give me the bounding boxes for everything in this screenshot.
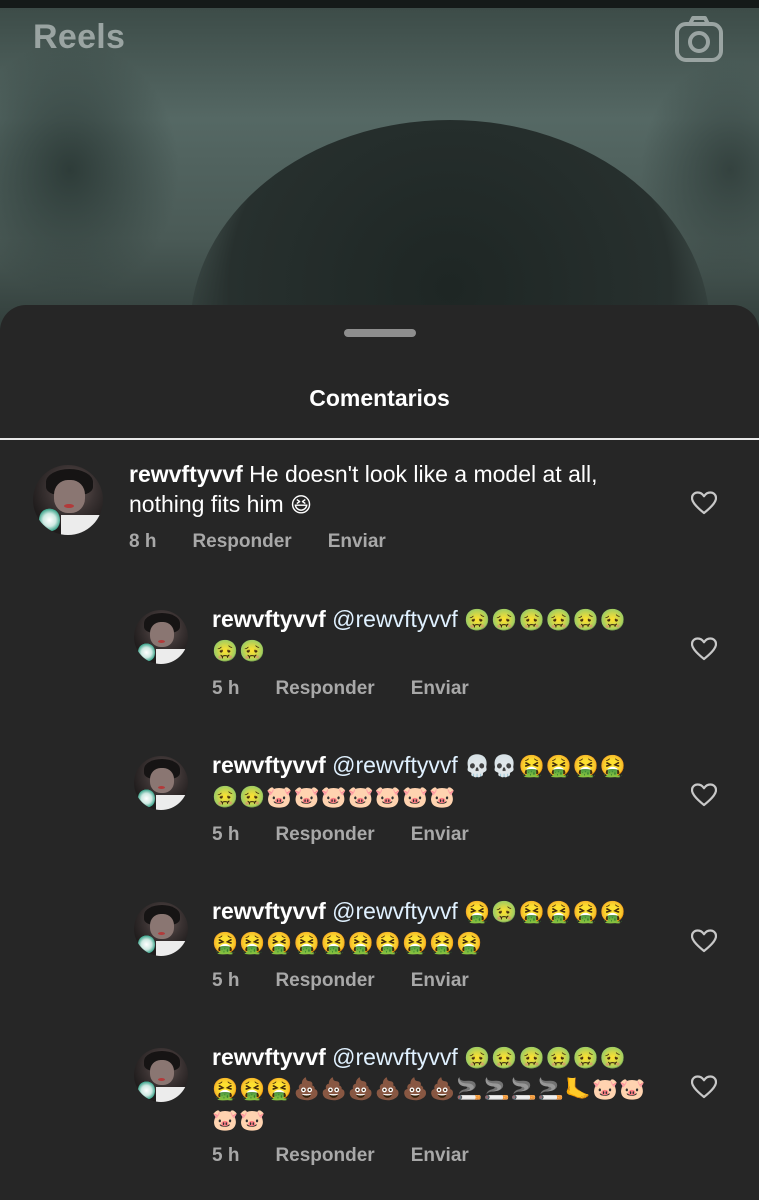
- avatar[interactable]: [134, 1048, 188, 1102]
- camera-icon[interactable]: [673, 14, 725, 66]
- reply-username[interactable]: rewvftyvvf: [212, 1044, 326, 1070]
- avatar[interactable]: [134, 756, 188, 810]
- reply-mention[interactable]: @rewvftyvvf: [332, 752, 458, 778]
- comment-emoji: 😆: [290, 493, 313, 517]
- sheet-drag-handle[interactable]: [344, 329, 416, 337]
- send-button[interactable]: Enviar: [411, 678, 469, 699]
- reply-meta: 5 h Responder Enviar: [212, 1145, 505, 1167]
- comment-text: rewvftyvvf He doesn't look like a model …: [129, 459, 659, 520]
- comment-time: 8 h: [129, 531, 157, 552]
- reply-username[interactable]: rewvftyvvf: [212, 606, 326, 632]
- reply-button[interactable]: Responder: [275, 824, 374, 845]
- reply-button[interactable]: Responder: [275, 678, 374, 699]
- reply-username[interactable]: rewvftyvvf: [212, 752, 326, 778]
- reply-time: 5 h: [212, 824, 240, 845]
- send-button[interactable]: Enviar: [411, 970, 469, 991]
- reply-username[interactable]: rewvftyvvf: [212, 898, 326, 924]
- reply-text: rewvftyvvf @rewvftyvvf 🤢🤢🤢🤢🤢🤢🤢🤢: [212, 604, 652, 666]
- like-heart-icon[interactable]: [690, 929, 718, 953]
- sheet-title: Comentarios: [309, 385, 450, 411]
- send-button[interactable]: Enviar: [411, 1145, 469, 1166]
- reply-text: rewvftyvvf @rewvftyvvf 💀💀🤮🤮🤮🤮🤢🤢🐷🐷🐷🐷🐷🐷🐷: [212, 750, 652, 812]
- comment-item: rewvftyvvf He doesn't look like a model …: [0, 461, 759, 565]
- send-button[interactable]: Enviar: [328, 531, 386, 552]
- reply-mention[interactable]: @rewvftyvvf: [332, 606, 458, 632]
- background-foliage: [0, 40, 180, 300]
- avatar[interactable]: [33, 465, 103, 535]
- reply-time: 5 h: [212, 970, 240, 991]
- avatar[interactable]: [134, 902, 188, 956]
- send-button[interactable]: Enviar: [411, 824, 469, 845]
- reply-button[interactable]: Responder: [192, 531, 291, 552]
- reply-time: 5 h: [212, 678, 240, 699]
- reply-button[interactable]: Responder: [275, 970, 374, 991]
- reply-mention[interactable]: @rewvftyvvf: [332, 898, 458, 924]
- reels-title[interactable]: Reels: [33, 18, 125, 57]
- reply-meta: 5 h Responder Enviar: [212, 678, 505, 700]
- reply-text: rewvftyvvf @rewvftyvvf 🤢🤢🤢🤢🤢🤢🤮🤮🤮💩💩💩💩💩💩🚬🚬…: [212, 1042, 652, 1135]
- reply-meta: 5 h Responder Enviar: [212, 970, 505, 992]
- reply-item: rewvftyvvf @rewvftyvvf 💀💀🤮🤮🤮🤮🤢🤢🐷🐷🐷🐷🐷🐷🐷 5…: [0, 752, 759, 856]
- reply-time: 5 h: [212, 1145, 240, 1166]
- comments-sheet: Comentarios rewvftyvvf He doesn't look l…: [0, 305, 759, 1200]
- reply-text: rewvftyvvf @rewvftyvvf 🤮🤢🤮🤮🤮🤮🤮🤮🤮🤮🤮🤮🤮🤮🤮🤮: [212, 896, 652, 958]
- reply-item: rewvftyvvf @rewvftyvvf 🤢🤢🤢🤢🤢🤢🤮🤮🤮💩💩💩💩💩💩🚬🚬…: [0, 1044, 759, 1178]
- reply-item: rewvftyvvf @rewvftyvvf 🤮🤢🤮🤮🤮🤮🤮🤮🤮🤮🤮🤮🤮🤮🤮🤮 …: [0, 898, 759, 1002]
- reply-mention[interactable]: @rewvftyvvf: [332, 1044, 458, 1070]
- comment-meta: 8 h Responder Enviar: [129, 531, 422, 553]
- avatar[interactable]: [134, 610, 188, 664]
- like-heart-icon[interactable]: [690, 783, 718, 807]
- like-heart-icon[interactable]: [690, 491, 718, 515]
- reply-item: rewvftyvvf @rewvftyvvf 🤢🤢🤢🤢🤢🤢🤢🤢 5 h Respo…: [0, 606, 759, 710]
- reply-button[interactable]: Responder: [275, 1145, 374, 1166]
- divider: [0, 438, 759, 440]
- like-heart-icon[interactable]: [690, 637, 718, 661]
- like-heart-icon[interactable]: [690, 1075, 718, 1099]
- reply-meta: 5 h Responder Enviar: [212, 824, 505, 846]
- comment-username[interactable]: rewvftyvvf: [129, 461, 243, 487]
- status-bar-strip: [0, 0, 759, 8]
